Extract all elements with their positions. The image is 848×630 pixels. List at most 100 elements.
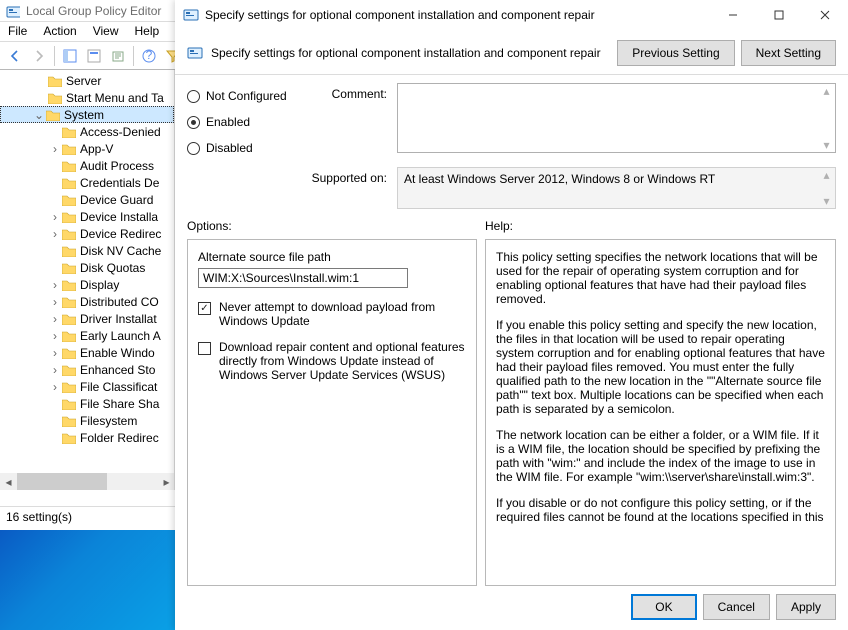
tree-item[interactable]: ›Device Installa	[0, 208, 174, 225]
tree-label: Filesystem	[80, 414, 137, 428]
menu-action[interactable]: Action	[43, 24, 76, 39]
policy-dialog: Specify settings for optional component …	[175, 0, 848, 630]
expand-icon[interactable]: ›	[48, 380, 62, 394]
tree-label: Device Redirec	[80, 227, 161, 241]
tree-item[interactable]: ›File Classificat	[0, 378, 174, 395]
properties-button[interactable]	[83, 45, 105, 67]
download-wu-checkbox-row[interactable]: Download repair content and optional fea…	[198, 340, 466, 382]
dialog-header: Specify settings for optional component …	[175, 30, 848, 68]
cancel-button[interactable]: Cancel	[703, 594, 770, 620]
collapse-icon[interactable]: ⌄	[32, 108, 46, 122]
radio-disabled[interactable]: Disabled	[187, 135, 307, 161]
help-label: Help:	[485, 219, 513, 233]
help-text: If you disable or do not configure this …	[496, 496, 825, 524]
expand-icon[interactable]: ›	[48, 295, 62, 309]
tree-item[interactable]: ›Early Launch A	[0, 327, 174, 344]
tree-item[interactable]: Disk NV Cache	[0, 242, 174, 259]
expand-icon[interactable]: ›	[48, 278, 62, 292]
tree-label: Enable Windo	[80, 346, 155, 360]
dialog-footer: OK Cancel Apply	[175, 586, 848, 630]
expand-icon[interactable]: ›	[48, 210, 62, 224]
tree-item[interactable]: Server	[0, 72, 174, 89]
tree-item[interactable]: › Enable Windo	[0, 344, 174, 361]
tree-panel[interactable]: Server Start Menu and Ta ⌄System Access-…	[0, 70, 175, 490]
tree-label: Disk Quotas	[80, 261, 145, 275]
radio-enabled[interactable]: Enabled	[187, 109, 307, 135]
tree-item[interactable]: Audit Process	[0, 157, 174, 174]
divider	[175, 74, 848, 75]
export-button[interactable]	[107, 45, 129, 67]
tree-item[interactable]: ›Enhanced Sto	[0, 361, 174, 378]
policy-icon	[187, 45, 203, 61]
expand-icon[interactable]: ›	[48, 329, 62, 343]
gpe-title: Local Group Policy Editor	[26, 4, 161, 18]
tree-label: Driver Installat	[80, 312, 157, 326]
expand-icon[interactable]: ›	[48, 227, 62, 241]
folder-icon	[62, 364, 76, 376]
show-hide-tree-button[interactable]	[59, 45, 81, 67]
help-button[interactable]: ?	[138, 45, 160, 67]
scroll-down-icon: ▾	[823, 194, 829, 208]
ok-button[interactable]: OK	[631, 594, 696, 620]
scroll-thumb[interactable]	[17, 473, 107, 490]
back-button[interactable]	[4, 45, 26, 67]
tree-item[interactable]: Start Menu and Ta	[0, 89, 174, 106]
minimize-button[interactable]	[710, 0, 756, 30]
tree-item[interactable]: ›Distributed CO	[0, 293, 174, 310]
scroll-up-icon[interactable]: ▴	[823, 84, 829, 98]
tree-item[interactable]: › Device Redirec	[0, 225, 174, 242]
folder-icon	[62, 398, 76, 410]
tree-item[interactable]: Disk Quotas	[0, 259, 174, 276]
status-bar: 16 setting(s)	[0, 506, 175, 526]
folder-icon	[62, 313, 76, 325]
tree-label: Access-Denied	[80, 125, 161, 139]
tree-item[interactable]: Device Guard	[0, 191, 174, 208]
never-download-checkbox-row[interactable]: Never attempt to download payload from W…	[198, 300, 466, 328]
toolbar-divider	[133, 46, 134, 66]
help-panel: This policy setting specifies the networ…	[485, 239, 836, 586]
comment-textarea[interactable]: ▴▾	[397, 83, 836, 153]
menu-help[interactable]: Help	[135, 24, 160, 39]
radio-not-configured[interactable]: Not Configured	[187, 83, 307, 109]
tree-item-system[interactable]: ⌄System	[0, 106, 174, 123]
horizontal-scrollbar[interactable]: ◂ ▸	[0, 473, 175, 490]
alt-source-input[interactable]	[198, 268, 408, 288]
tree-item[interactable]: › Driver Installat	[0, 310, 174, 327]
tree-item[interactable]: Credentials De	[0, 174, 174, 191]
folder-icon	[62, 143, 76, 155]
supported-on-box: At least Windows Server 2012, Windows 8 …	[397, 167, 836, 209]
tree-item[interactable]: Access-Denied	[0, 123, 174, 140]
next-setting-button[interactable]: Next Setting	[741, 40, 836, 66]
folder-icon	[62, 279, 76, 291]
tree-item[interactable]: ›App-V	[0, 140, 174, 157]
close-button[interactable]	[802, 0, 848, 30]
expand-icon[interactable]: ›	[48, 363, 62, 377]
folder-icon	[62, 177, 76, 189]
scroll-down-icon[interactable]: ▾	[823, 138, 829, 152]
tree-item[interactable]: ›Display	[0, 276, 174, 293]
maximize-button[interactable]	[756, 0, 802, 30]
expand-icon[interactable]: ›	[48, 142, 62, 156]
tree-item[interactable]: File Share Sha	[0, 395, 174, 412]
forward-button[interactable]	[28, 45, 50, 67]
dialog-titlebar[interactable]: Specify settings for optional component …	[175, 0, 848, 30]
scrollbar: ▴▾	[818, 168, 835, 208]
radio-label: Enabled	[206, 115, 250, 129]
scroll-right-icon[interactable]: ▸	[158, 473, 175, 490]
tree-item[interactable]: Folder Redirec	[0, 429, 174, 446]
dialog-config-row: Not Configured Enabled Disabled Comment:…	[175, 77, 848, 161]
expand-icon[interactable]: ›	[48, 346, 62, 360]
gpe-app-icon	[6, 4, 20, 18]
scroll-left-icon[interactable]: ◂	[0, 473, 17, 490]
previous-setting-button[interactable]: Previous Setting	[617, 40, 734, 66]
scrollbar[interactable]: ▴▾	[818, 84, 835, 152]
expand-icon[interactable]: ›	[48, 312, 62, 326]
checkbox-label: Never attempt to download payload from W…	[219, 300, 466, 328]
apply-button[interactable]: Apply	[776, 594, 836, 620]
menu-view[interactable]: View	[93, 24, 119, 39]
tree-item[interactable]: Filesystem	[0, 412, 174, 429]
folder-icon	[62, 211, 76, 223]
menu-file[interactable]: File	[8, 24, 27, 39]
folder-icon	[62, 126, 76, 138]
dialog-subtitle: Specify settings for optional component …	[211, 46, 601, 60]
